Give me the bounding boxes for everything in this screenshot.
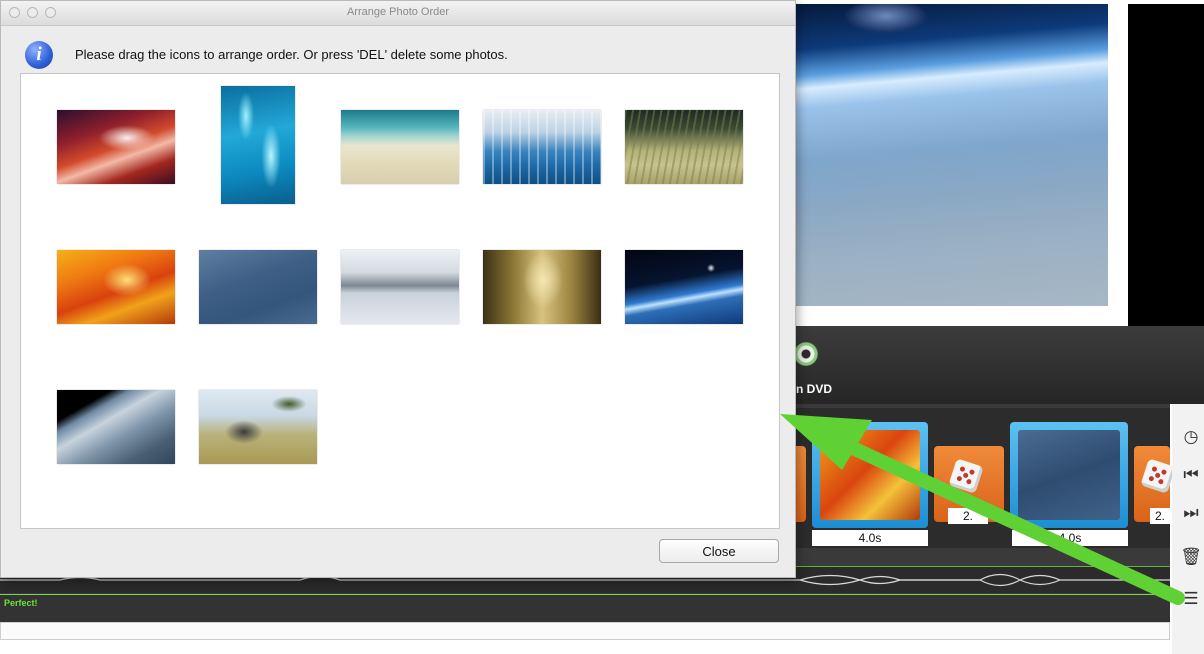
photo-thumbnail[interactable] — [57, 250, 175, 324]
preview-side-panel — [1128, 4, 1204, 326]
photo-thumbnail[interactable] — [199, 390, 317, 464]
photo-thumbnail[interactable] — [341, 110, 459, 184]
app-toolbar — [780, 326, 1204, 404]
random-transition-icon — [1140, 458, 1176, 494]
status-field — [0, 622, 1170, 640]
photo-thumbnail[interactable] — [483, 250, 601, 324]
burn-dvd-label: n DVD — [796, 382, 832, 396]
instruction-text: Please drag the icons to arrange order. … — [75, 47, 508, 62]
photo-grid — [20, 73, 780, 529]
track-label: Perfect! — [4, 598, 38, 608]
skip-forward-icon[interactable]: ⏭ — [1180, 502, 1202, 524]
clip-thumbnail — [820, 430, 920, 520]
skip-back-icon[interactable]: ⏮ — [1180, 464, 1202, 486]
info-icon: i — [25, 41, 53, 69]
clip-duration[interactable]: 2. — [948, 508, 988, 524]
trash-icon[interactable]: 🗑 — [1180, 546, 1202, 568]
photo-thumbnail[interactable] — [625, 110, 743, 184]
photo-thumbnail[interactable] — [221, 86, 295, 204]
photo-thumbnail[interactable] — [199, 250, 317, 324]
dialog-title: Arrange Photo Order — [346, 6, 450, 18]
close-button[interactable]: Close — [659, 539, 779, 563]
photo-thumbnail[interactable] — [483, 110, 601, 184]
clock-icon[interactable]: ◷ — [1180, 426, 1202, 448]
photo-clip[interactable] — [812, 422, 928, 528]
clip-duration[interactable]: 4.0s — [1012, 530, 1128, 546]
arrange-photo-order-dialog: Arrange Photo Order i Please drag the ic… — [0, 0, 796, 578]
photo-thumbnail[interactable] — [57, 390, 175, 464]
dvd-icon[interactable] — [794, 342, 818, 366]
music-track[interactable] — [0, 594, 1170, 623]
photo-clip[interactable] — [1010, 422, 1128, 528]
photo-thumbnail[interactable] — [341, 250, 459, 324]
preview-image — [796, 4, 1108, 306]
clip-duration[interactable]: 4.0s — [812, 530, 928, 546]
clip-thumbnail — [1018, 430, 1120, 520]
list-icon[interactable]: ☰ — [1180, 588, 1202, 610]
title-bar: Arrange Photo Order — [1, 1, 795, 26]
photo-thumbnail[interactable] — [625, 250, 743, 324]
clip-duration[interactable]: 2. — [1150, 508, 1170, 524]
photo-thumbnail[interactable] — [57, 110, 175, 184]
random-transition-icon — [948, 458, 984, 494]
